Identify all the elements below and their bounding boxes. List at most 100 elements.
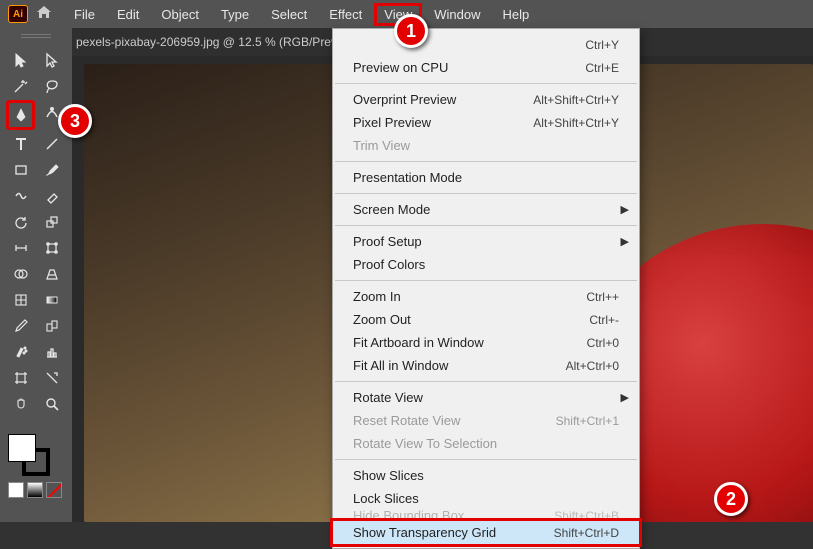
shape-builder-tool[interactable] bbox=[6, 262, 35, 286]
menu-item-show-slices[interactable]: Show Slices bbox=[333, 464, 639, 487]
slice-tool[interactable] bbox=[37, 366, 66, 390]
menu-item-shortcut: Alt+Shift+Ctrl+Y bbox=[533, 116, 619, 130]
fill-stroke-swatch[interactable] bbox=[8, 434, 50, 476]
chevron-right-icon: ▶ bbox=[621, 235, 629, 248]
menu-item-shortcut: Ctrl+E bbox=[585, 61, 619, 75]
menu-effect[interactable]: Effect bbox=[319, 3, 372, 26]
menu-item-proof-colors[interactable]: Proof Colors bbox=[333, 253, 639, 276]
menu-item-trim-view: Trim View bbox=[333, 134, 639, 157]
hand-tool[interactable] bbox=[6, 392, 35, 416]
rectangle-tool[interactable] bbox=[6, 158, 35, 182]
menu-item-shortcut: Alt+Shift+Ctrl+Y bbox=[533, 93, 619, 107]
mesh-tool[interactable] bbox=[6, 288, 35, 312]
menu-item-label: Reset Rotate View bbox=[353, 413, 460, 428]
menu-separator bbox=[335, 381, 637, 382]
menu-item-rotate-view-to-selection: Rotate View To Selection bbox=[333, 432, 639, 455]
lasso-tool[interactable] bbox=[37, 74, 66, 98]
menu-item-shortcut: Ctrl++ bbox=[586, 290, 619, 304]
menu-item-shortcut: Shift+Ctrl+B bbox=[554, 510, 619, 521]
menu-item-shortcut: Ctrl+- bbox=[589, 313, 619, 327]
menu-item-zoom-out[interactable]: Zoom Out Ctrl+- bbox=[333, 308, 639, 331]
menu-help[interactable]: Help bbox=[492, 3, 539, 26]
menu-item-label: Lock Slices bbox=[353, 491, 419, 506]
paintbrush-tool[interactable] bbox=[37, 158, 66, 182]
menu-item-outline[interactable]: OutlineCtrl+Y bbox=[333, 33, 639, 56]
menu-item-hide-bounding-box[interactable]: Hide Bounding BoxShift+Ctrl+B bbox=[333, 510, 639, 521]
tools-panel bbox=[0, 28, 72, 522]
document-tab[interactable]: pexels-pixabay-206959.jpg @ 12.5 % (RGB/… bbox=[76, 35, 359, 49]
menu-item-label: Proof Colors bbox=[353, 257, 425, 272]
menu-item-fit-artboard-in-window[interactable]: Fit Artboard in Window Ctrl+0 bbox=[333, 331, 639, 354]
free-transform-tool[interactable] bbox=[37, 236, 66, 260]
menu-item-label: Overprint Preview bbox=[353, 92, 456, 107]
menu-object[interactable]: Object bbox=[151, 3, 209, 26]
panel-grip[interactable] bbox=[0, 34, 72, 44]
menu-item-lock-slices[interactable]: Lock Slices bbox=[333, 487, 639, 510]
menu-item-label: Rotate View bbox=[353, 390, 423, 405]
menu-item-rotate-view[interactable]: Rotate View ▶ bbox=[333, 386, 639, 409]
menu-item-label: Zoom In bbox=[353, 289, 401, 304]
menu-item-label: Zoom Out bbox=[353, 312, 411, 327]
width-tool[interactable] bbox=[6, 236, 35, 260]
color-mode-gradient[interactable] bbox=[27, 482, 43, 498]
menu-item-label: Pixel Preview bbox=[353, 115, 431, 130]
gradient-tool[interactable] bbox=[37, 288, 66, 312]
color-mode-none[interactable] bbox=[46, 482, 62, 498]
menu-item-label: Preview on CPU bbox=[353, 60, 448, 75]
home-icon[interactable] bbox=[36, 5, 52, 24]
app-icon: Ai bbox=[8, 5, 28, 23]
menu-edit[interactable]: Edit bbox=[107, 3, 149, 26]
scale-tool[interactable] bbox=[37, 210, 66, 234]
menu-item-zoom-in[interactable]: Zoom In Ctrl++ bbox=[333, 285, 639, 308]
menu-item-shortcut: Shift+Ctrl+1 bbox=[556, 414, 619, 428]
type-tool[interactable] bbox=[6, 132, 35, 156]
color-section bbox=[0, 428, 72, 504]
fill-color[interactable] bbox=[8, 434, 36, 462]
menu-item-label: Show Transparency Grid bbox=[353, 525, 496, 540]
menu-item-label: Fit Artboard in Window bbox=[353, 335, 484, 350]
menu-item-preview-on-cpu[interactable]: Preview on CPU Ctrl+E bbox=[333, 56, 639, 79]
eyedropper-tool[interactable] bbox=[6, 314, 35, 338]
menu-separator bbox=[335, 459, 637, 460]
menu-item-overprint-preview[interactable]: Overprint Preview Alt+Shift+Ctrl+Y bbox=[333, 88, 639, 111]
menu-item-pixel-preview[interactable]: Pixel Preview Alt+Shift+Ctrl+Y bbox=[333, 111, 639, 134]
menu-item-proof-setup[interactable]: Proof Setup ▶ bbox=[333, 230, 639, 253]
menu-file[interactable]: File bbox=[64, 3, 105, 26]
menu-type[interactable]: Type bbox=[211, 3, 259, 26]
menu-item-presentation-mode[interactable]: Presentation Mode bbox=[333, 166, 639, 189]
column-graph-tool[interactable] bbox=[37, 340, 66, 364]
menu-item-label: Show Slices bbox=[353, 468, 424, 483]
menu-window[interactable]: Window bbox=[424, 3, 490, 26]
line-tool[interactable] bbox=[37, 132, 66, 156]
chevron-right-icon: ▶ bbox=[621, 203, 629, 216]
pen-tool[interactable] bbox=[9, 103, 32, 127]
menu-item-reset-rotate-view: Reset Rotate View Shift+Ctrl+1 bbox=[333, 409, 639, 432]
symbol-sprayer-tool[interactable] bbox=[6, 340, 35, 364]
menu-separator bbox=[335, 83, 637, 84]
menu-separator bbox=[335, 161, 637, 162]
rotate-tool[interactable] bbox=[6, 210, 35, 234]
menu-item-fit-all-in-window[interactable]: Fit All in WindowAlt+Ctrl+0 bbox=[333, 354, 639, 377]
menu-select[interactable]: Select bbox=[261, 3, 317, 26]
menu-item-label: Screen Mode bbox=[353, 202, 430, 217]
menu-item-show-transparency-grid[interactable]: Show Transparency GridShift+Ctrl+D bbox=[333, 521, 639, 544]
menu-item-label: Presentation Mode bbox=[353, 170, 462, 185]
blend-tool[interactable] bbox=[37, 314, 66, 338]
direct-selection-tool[interactable] bbox=[37, 48, 66, 72]
menu-item-label: Proof Setup bbox=[353, 234, 422, 249]
zoom-tool[interactable] bbox=[37, 392, 66, 416]
color-mode-solid[interactable] bbox=[8, 482, 24, 498]
magic-wand-tool[interactable] bbox=[6, 74, 35, 98]
menu-item-screen-mode[interactable]: Screen Mode ▶ bbox=[333, 198, 639, 221]
artboard-tool[interactable] bbox=[6, 366, 35, 390]
perspective-tool[interactable] bbox=[37, 262, 66, 286]
shaper-tool[interactable] bbox=[6, 184, 35, 208]
menu-item-label: Fit All in Window bbox=[353, 358, 448, 373]
eraser-tool[interactable] bbox=[37, 184, 66, 208]
callout-2: 2 bbox=[714, 482, 748, 516]
menu-item-label: Rotate View To Selection bbox=[353, 436, 497, 451]
selection-tool[interactable] bbox=[6, 48, 35, 72]
menu-item-shortcut: Ctrl+0 bbox=[587, 336, 619, 350]
callout-1: 1 bbox=[394, 14, 428, 48]
chevron-right-icon: ▶ bbox=[621, 391, 629, 404]
